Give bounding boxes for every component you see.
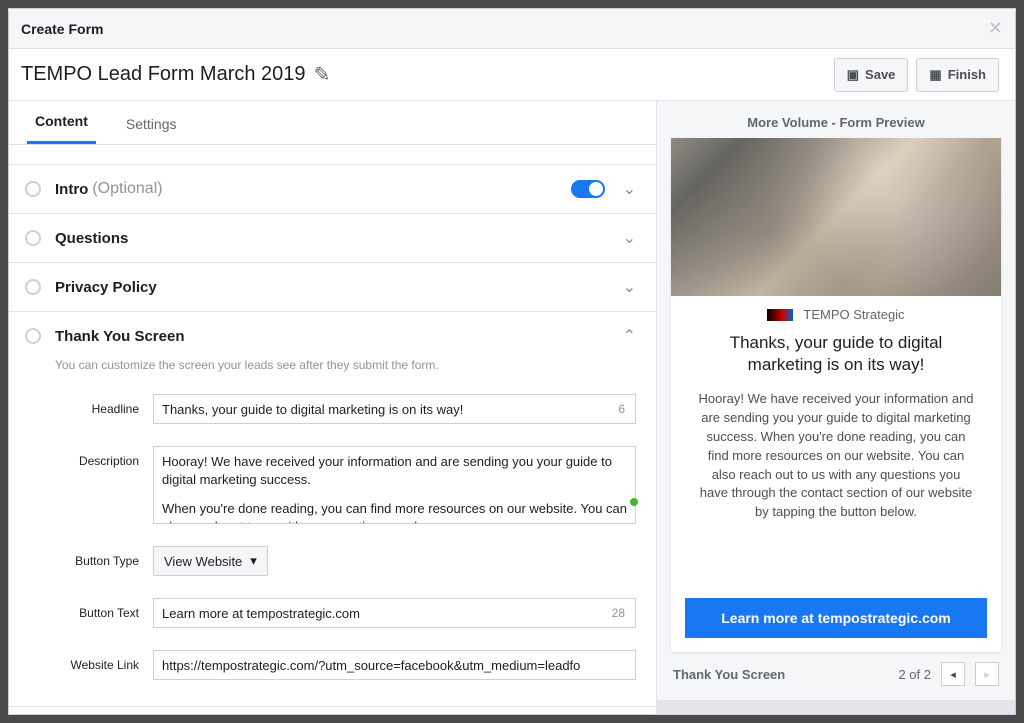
section-thankyou: Thank You Screen ⌃ You can customize the… [9,312,656,707]
preview-desc: Hooray! We have received your informatio… [697,390,975,522]
pager-label: Thank You Screen [673,667,785,682]
preview-headline: Thanks, your guide to digital marketing … [697,332,975,376]
button-type-dropdown[interactable]: View Website ▾ [153,546,268,576]
pager-count: 2 of 2 [898,667,931,682]
website-link-input[interactable]: https://tempostrategic.com/?utm_source=f… [153,650,636,680]
headline-value: Thanks, your guide to digital marketing … [162,402,463,417]
modal-titlebar: Create Form ✕ [9,9,1015,49]
button-type-label: Button Type [55,546,153,568]
section-privacy-head[interactable]: Privacy Policy ⌄ [9,263,656,311]
preview-body: Thanks, your guide to digital marketing … [671,328,1001,588]
thankyou-title: Thank You Screen [55,328,185,345]
finish-button[interactable]: ▦ Finish [916,58,999,92]
preview-card: TEMPO Strategic Thanks, your guide to di… [671,138,1001,652]
website-link-value: https://tempostrategic.com/?utm_source=f… [162,658,580,673]
modal-body: Content Settings Intro (Optional) ⌄ [9,101,1015,714]
save-label: Save [865,67,895,82]
caret-down-icon: ▾ [250,553,257,569]
preview-pager: Thank You Screen 2 of 2 ◂ ▸ [657,652,1015,700]
section-questions-head[interactable]: Questions ⌄ [9,214,656,262]
questions-title: Questions [55,230,128,247]
sections-scroll[interactable]: Intro (Optional) ⌄ Questions ⌄ [9,145,656,714]
description-textarea[interactable]: Hooray! We have received your informatio… [153,446,636,524]
save-icon: ▣ [847,67,859,83]
description-p2: When you're done reading, you can find m… [162,500,627,524]
chevron-down-icon: ⌄ [623,179,636,199]
radio-icon [25,279,41,295]
description-label: Description [55,446,153,468]
intro-optional: (Optional) [92,180,162,198]
section-privacy: Privacy Policy ⌄ [9,263,656,312]
ghost-strip [657,700,1015,714]
section-intro: Intro (Optional) ⌄ [9,165,656,214]
button-text-value: Learn more at tempostrategic.com [162,606,360,621]
intro-title: Intro [55,181,88,198]
header-bar: TEMPO Lead Form March 2019 ✎ ▣ Save ▦ Fi… [9,49,1015,101]
thankyou-body: You can customize the screen your leads … [9,358,656,706]
website-link-label: Website Link [55,650,153,672]
preview-hero-image [671,138,1001,296]
save-button[interactable]: ▣ Save [834,58,909,92]
chevron-down-icon: ⌄ [623,228,636,248]
radio-icon [25,181,41,197]
section-questions: Questions ⌄ [9,214,656,263]
grammarly-icon [630,498,638,506]
pencil-icon[interactable]: ✎ [314,62,331,87]
preview-brand: TEMPO Strategic [803,307,904,322]
tab-content[interactable]: Content [27,113,96,144]
pager-next-button[interactable]: ▸ [975,662,999,686]
form-name[interactable]: TEMPO Lead Form March 2019 ✎ [21,62,330,87]
modal-title: Create Form [21,21,103,37]
button-text-count: 28 [612,606,625,620]
radio-icon [25,328,41,344]
headline-label: Headline [55,394,153,416]
section-intro-head[interactable]: Intro (Optional) ⌄ [9,165,656,213]
button-text-label: Button Text [55,598,153,620]
thankyou-help: You can customize the screen your leads … [55,358,636,372]
headline-input[interactable]: Thanks, your guide to digital marketing … [153,394,636,424]
create-form-modal: Create Form ✕ TEMPO Lead Form March 2019… [8,8,1016,715]
preview-brand-row: TEMPO Strategic [671,296,1001,328]
privacy-title: Privacy Policy [55,279,157,296]
headline-count: 6 [618,402,625,416]
close-icon[interactable]: ✕ [988,18,1003,39]
chevron-up-icon: ⌃ [623,326,636,346]
right-panel: More Volume - Form Preview TEMPO Strateg… [657,101,1015,714]
button-text-input[interactable]: Learn more at tempostrategic.com 28 [153,598,636,628]
chevron-down-icon: ⌄ [623,277,636,297]
button-type-value: View Website [164,554,242,569]
preview-title: More Volume - Form Preview [657,101,1015,138]
left-panel: Content Settings Intro (Optional) ⌄ [9,101,657,714]
intro-toggle[interactable] [571,180,605,198]
brand-logo-icon [767,309,793,321]
radio-icon [25,230,41,246]
finish-icon: ▦ [929,67,941,83]
form-name-text: TEMPO Lead Form March 2019 [21,63,306,86]
preview-cta-button[interactable]: Learn more at tempostrategic.com [685,598,987,638]
tab-settings[interactable]: Settings [118,116,185,144]
description-p1: Hooray! We have received your informatio… [162,453,627,488]
finish-label: Finish [948,67,986,82]
pager-prev-button[interactable]: ◂ [941,662,965,686]
tab-bar: Content Settings [9,101,656,145]
section-thankyou-head[interactable]: Thank You Screen ⌃ [9,312,656,360]
